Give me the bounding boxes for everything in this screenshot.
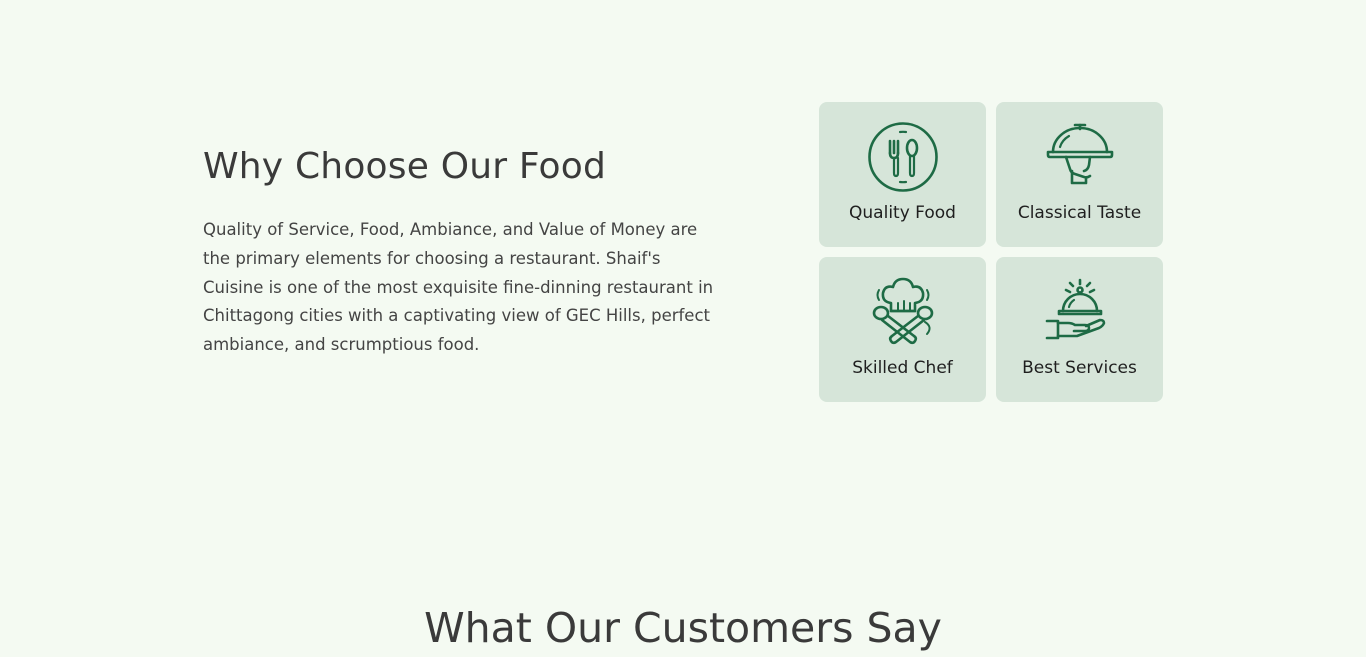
- feature-label: Classical Taste: [1017, 203, 1142, 223]
- feature-card-classical-taste: Classical Taste: [996, 102, 1163, 247]
- feature-label: Best Services: [1022, 358, 1137, 378]
- feature-label: Quality Food: [849, 203, 956, 223]
- testimonials-title: What Our Customers Say: [424, 604, 942, 652]
- why-choose-section: Why Choose Our Food Quality of Service, …: [0, 0, 1366, 560]
- feature-card-best-services: Best Services: [996, 257, 1163, 402]
- feature-label: Skilled Chef: [852, 358, 953, 378]
- feature-card-skilled-chef: Skilled Chef: [819, 257, 986, 402]
- hand-serving-cloche-icon: [1044, 276, 1116, 348]
- serving-cloche-icon: [1044, 121, 1116, 193]
- feature-card-quality-food: Quality Food: [819, 102, 986, 247]
- feature-grid: Quality Food Classical Taste Skilled Che…: [819, 102, 1163, 402]
- plate-fork-spoon-icon: [867, 121, 939, 193]
- why-choose-title: Why Choose Our Food: [203, 146, 607, 187]
- chef-hat-utensils-icon: [867, 276, 939, 348]
- why-choose-description: Quality of Service, Food, Ambiance, and …: [203, 220, 714, 355]
